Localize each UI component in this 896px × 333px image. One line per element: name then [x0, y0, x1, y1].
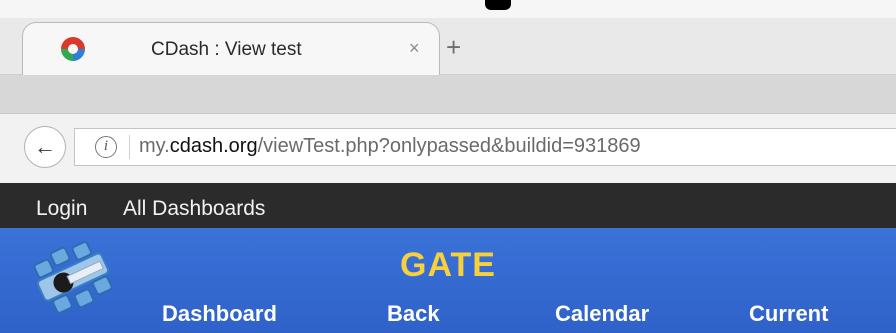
window-top-strip — [0, 0, 896, 18]
project-header: GATE Dashboard Back Calendar Current — [0, 228, 896, 333]
cropped-glyph — [485, 0, 511, 10]
browser-window: CDash : View test × + ← i my.cdash.org/v… — [0, 0, 896, 333]
new-tab-icon[interactable]: + — [446, 32, 461, 63]
back-arrow-icon[interactable]: ← — [24, 126, 66, 168]
url-text[interactable]: my.cdash.org/viewTest.php?onlypassed&bui… — [139, 135, 641, 158]
current-link[interactable]: Current — [749, 301, 828, 327]
cdash-favicon-icon — [61, 37, 85, 61]
url-separator — [129, 135, 130, 159]
browser-tab[interactable]: CDash : View test × — [22, 22, 440, 76]
all-dashboards-link[interactable]: All Dashboards — [123, 197, 265, 221]
tab-title: CDash : View test — [151, 39, 302, 60]
back-link[interactable]: Back — [387, 301, 440, 327]
browser-toolbar — [0, 75, 896, 113]
project-title: GATE — [400, 246, 496, 284]
top-nav-bar: Login All Dashboards — [0, 183, 896, 228]
navigation-bar: ← i my.cdash.org/viewTest.php?onlypassed… — [0, 113, 896, 183]
tab-strip: CDash : View test × + — [0, 18, 896, 76]
calendar-link[interactable]: Calendar — [555, 301, 649, 327]
site-info-icon[interactable]: i — [95, 136, 117, 158]
close-tab-icon[interactable]: × — [409, 38, 420, 59]
address-bar[interactable]: i my.cdash.org/viewTest.php?onlypassed&b… — [74, 128, 896, 166]
dashboard-link[interactable]: Dashboard — [162, 301, 277, 327]
login-link[interactable]: Login — [36, 197, 87, 221]
